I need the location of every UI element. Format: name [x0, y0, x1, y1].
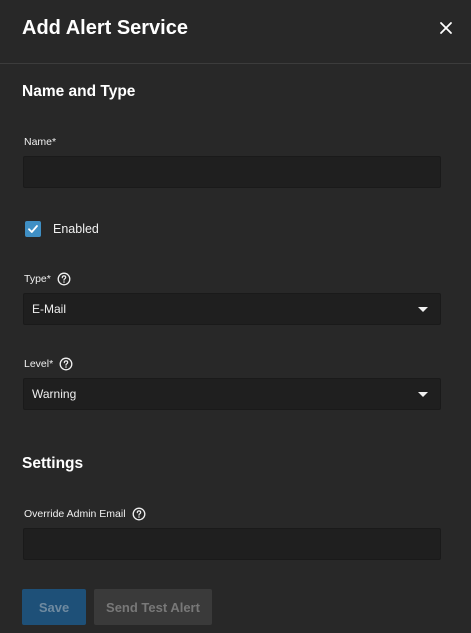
checkmark-icon: [28, 225, 38, 233]
level-label-text: Level: [24, 358, 50, 370]
level-label: Level*: [24, 357, 73, 371]
section-title-name-and-type: Name and Type: [22, 83, 136, 100]
enabled-checkbox-row[interactable]: Enabled: [25, 221, 99, 237]
required-mark: *: [52, 136, 57, 148]
type-select[interactable]: E-Mail: [23, 293, 441, 325]
chevron-down-icon: [418, 307, 428, 312]
help-icon[interactable]: [59, 357, 73, 371]
override-admin-email-label: Override Admin Email: [24, 507, 146, 521]
required-mark: *: [46, 273, 51, 285]
save-button[interactable]: Save: [22, 589, 86, 625]
help-icon[interactable]: [132, 507, 146, 521]
name-label: Name*: [24, 135, 56, 149]
help-icon[interactable]: [57, 272, 71, 286]
type-label-text: Type: [24, 273, 47, 285]
type-select-value: E-Mail: [32, 302, 67, 316]
dialog-title: Add Alert Service: [22, 17, 188, 39]
type-label: Type*: [24, 272, 71, 286]
required-mark: *: [49, 358, 54, 370]
dialog-header: Add Alert Service: [0, 0, 471, 64]
enabled-checkbox[interactable]: [25, 221, 41, 237]
level-select-value: Warning: [32, 387, 77, 401]
name-input[interactable]: [23, 156, 441, 188]
section-title-settings: Settings: [22, 455, 84, 472]
override-admin-email-label-text: Override Admin Email: [24, 508, 126, 520]
send-test-alert-button[interactable]: Send Test Alert: [94, 589, 212, 625]
close-icon: [440, 22, 452, 34]
close-button[interactable]: [434, 16, 458, 40]
enabled-label: Enabled: [53, 222, 99, 236]
name-label-text: Name: [24, 136, 53, 148]
chevron-down-icon: [418, 392, 428, 397]
override-admin-email-input[interactable]: [23, 528, 441, 560]
level-select[interactable]: Warning: [23, 378, 441, 410]
